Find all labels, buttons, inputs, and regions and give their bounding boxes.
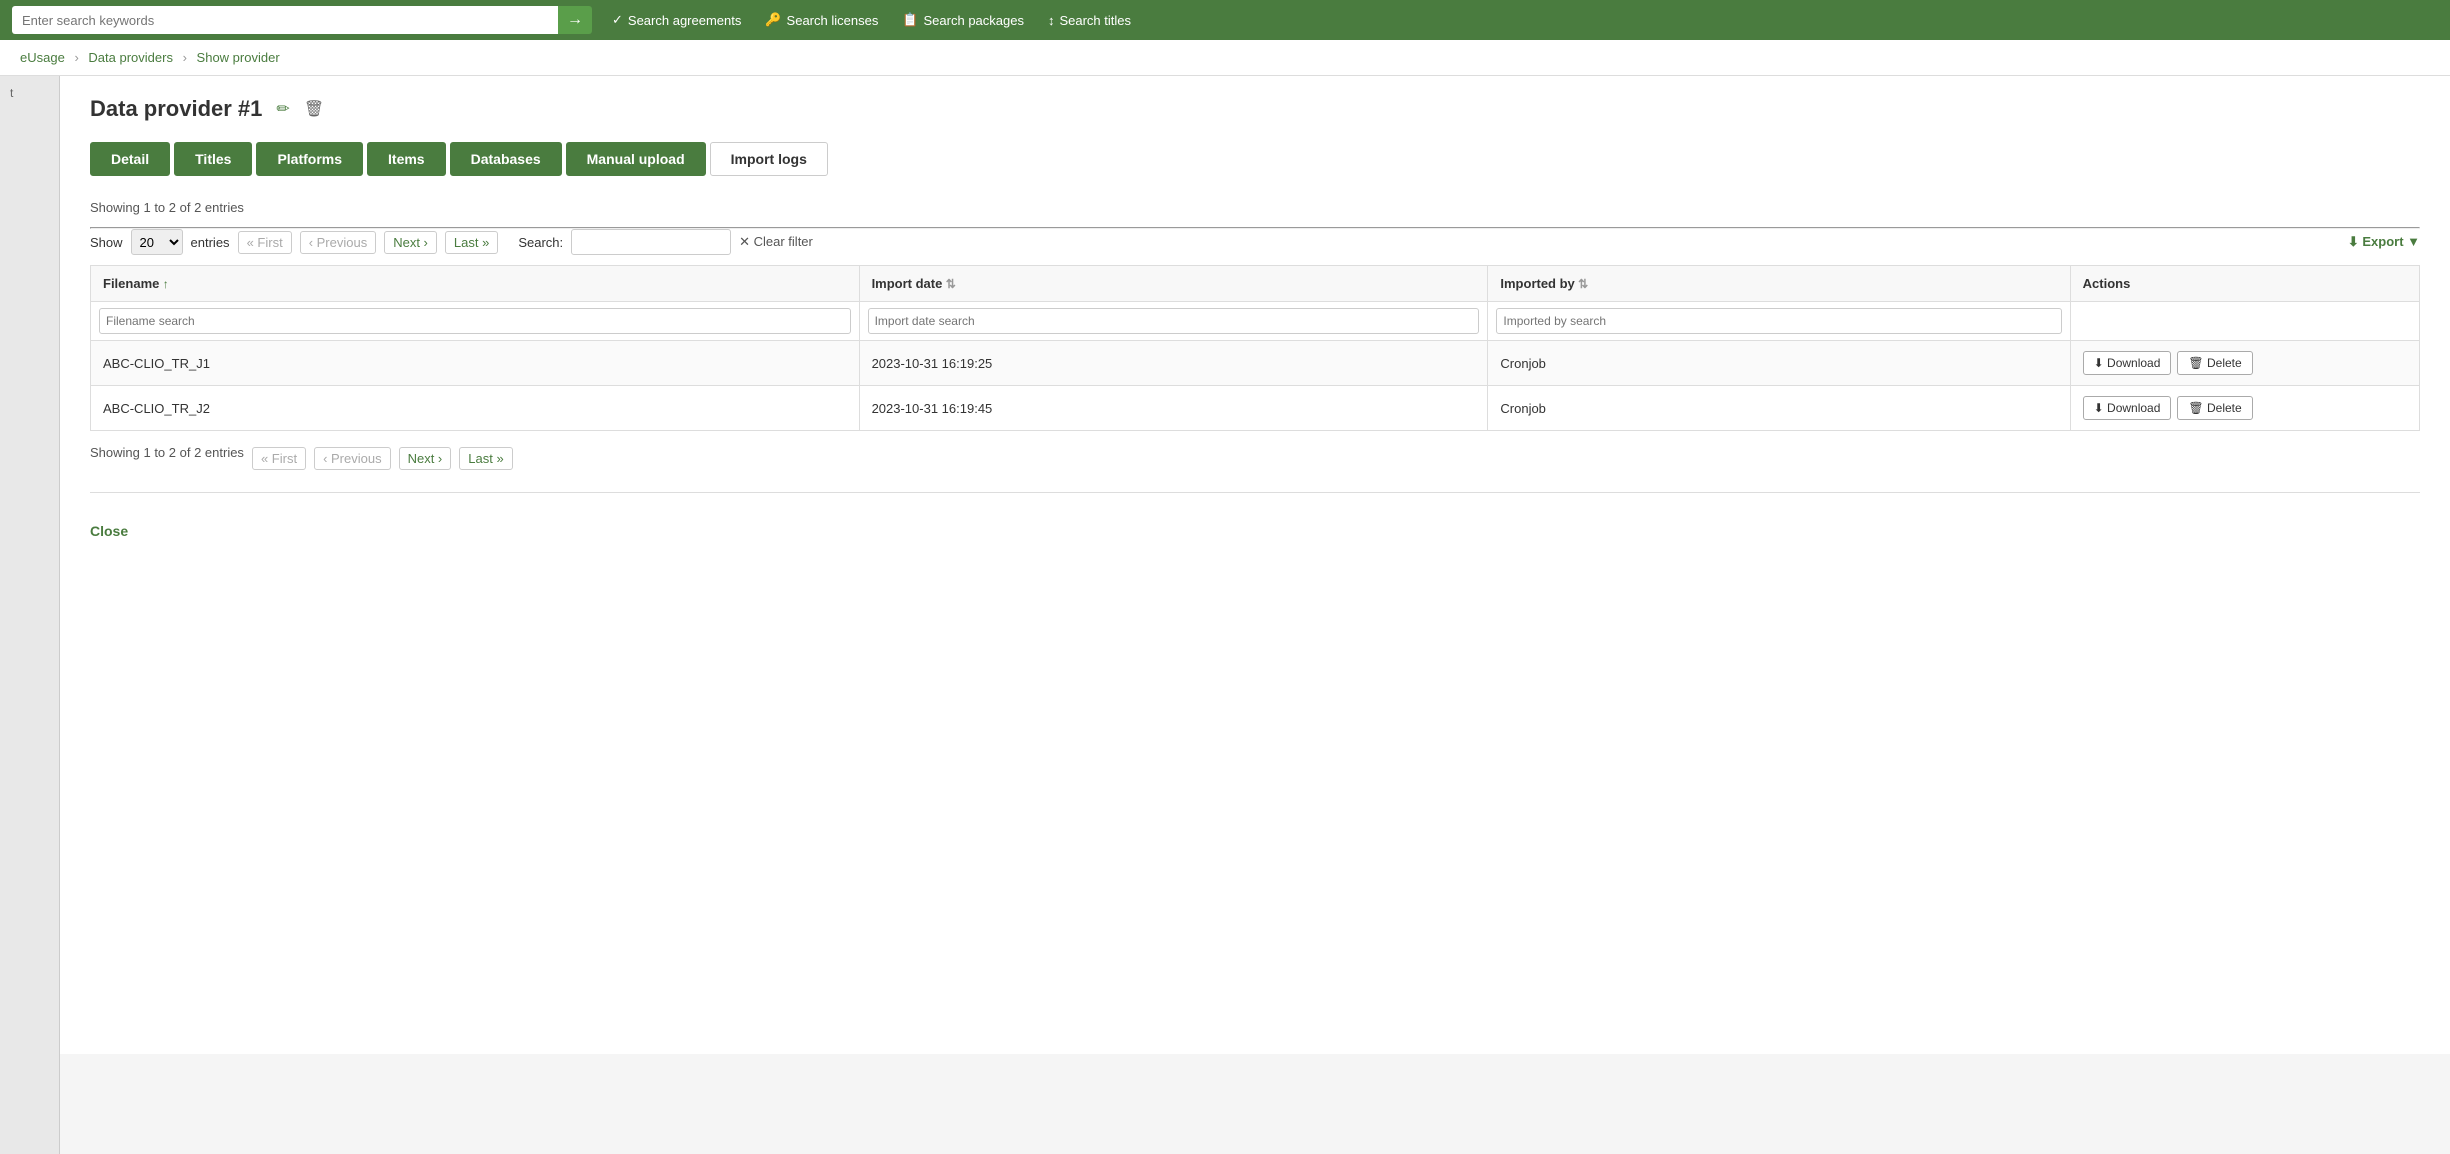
bottom-next-button[interactable]: Next › xyxy=(399,447,452,470)
breadcrumb-sep-1: › xyxy=(74,50,78,65)
tab-items[interactable]: Items xyxy=(367,142,446,176)
showing-text-top: Showing 1 to 2 of 2 entries xyxy=(90,200,2420,215)
col-header-filename[interactable]: Filename xyxy=(91,266,860,302)
content-area: Data provider #1 ✏ 🗑 Detail Titles Platf… xyxy=(60,76,2450,1154)
delete-provider-button[interactable]: 🗑 xyxy=(300,97,328,121)
table-search-row xyxy=(91,302,2420,341)
row2-delete-button[interactable]: 🗑 Delete xyxy=(2177,396,2252,420)
last-page-button[interactable]: Last » xyxy=(445,231,498,254)
search-label: Search: xyxy=(518,235,563,250)
agreements-icon: ✓ xyxy=(612,12,623,28)
search-agreements-link[interactable]: ✓ Search agreements xyxy=(612,12,741,28)
col-header-imported-by[interactable]: Imported by xyxy=(1488,266,2070,302)
actions-search-cell xyxy=(2070,302,2419,341)
tab-navigation: Detail Titles Platforms Items Databases … xyxy=(90,142,2420,176)
breadcrumb-eusage[interactable]: eUsage xyxy=(20,50,65,65)
main-content: Data provider #1 ✏ 🗑 Detail Titles Platf… xyxy=(60,76,2450,1054)
row2-import-date: 2023-10-31 16:19:45 xyxy=(859,386,1488,431)
titles-icon: ↕ xyxy=(1048,13,1055,28)
tab-manual-upload[interactable]: Manual upload xyxy=(566,142,706,176)
row1-filename: ABC-CLIO_TR_J1 xyxy=(91,341,860,386)
imported-by-search-cell xyxy=(1488,302,2070,341)
table-row: ABC-CLIO_TR_J2 2023-10-31 16:19:45 Cronj… xyxy=(91,386,2420,431)
page-title-row: Data provider #1 ✏ 🗑 xyxy=(90,96,2420,122)
top-bar: → ✓ Search agreements 🔑 Search licenses … xyxy=(0,0,2450,40)
row1-imported-by: Cronjob xyxy=(1488,341,2070,386)
import-logs-table: Filename Import date Imported by Actions xyxy=(90,265,2420,431)
showing-text-bottom: Showing 1 to 2 of 2 entries xyxy=(90,445,244,460)
table-row: ABC-CLIO_TR_J1 2023-10-31 16:19:25 Cronj… xyxy=(91,341,2420,386)
row1-action-btns: ⬇ Download 🗑 Delete xyxy=(2083,351,2407,375)
prev-page-button[interactable]: ‹ Previous xyxy=(300,231,377,254)
filename-search-input[interactable] xyxy=(99,308,851,334)
bottom-last-button[interactable]: Last » xyxy=(459,447,512,470)
breadcrumb: eUsage › Data providers › Show provider xyxy=(0,40,2450,76)
search-titles-link[interactable]: ↕ Search titles xyxy=(1048,13,1131,28)
tab-platforms[interactable]: Platforms xyxy=(256,142,363,176)
export-button[interactable]: ⬇ Export ▼ xyxy=(2348,234,2420,250)
row2-imported-by: Cronjob xyxy=(1488,386,2070,431)
global-search: → xyxy=(12,6,592,34)
page-title: Data provider #1 xyxy=(90,96,262,122)
row1-import-date: 2023-10-31 16:19:25 xyxy=(859,341,1488,386)
tab-titles[interactable]: Titles xyxy=(174,142,252,176)
row2-actions: ⬇ Download 🗑 Delete xyxy=(2070,386,2419,431)
col-header-import-date[interactable]: Import date xyxy=(859,266,1488,302)
next-page-button[interactable]: Next › xyxy=(384,231,437,254)
breadcrumb-data-providers[interactable]: Data providers xyxy=(88,50,173,65)
layout: t Data provider #1 ✏ 🗑 Detail Titles Pla… xyxy=(0,76,2450,1154)
entries-label: entries xyxy=(191,235,230,250)
search-packages-link[interactable]: 📋 Search packages xyxy=(902,12,1024,28)
filename-search-cell xyxy=(91,302,860,341)
title-icons: ✏ 🗑 xyxy=(272,97,328,121)
global-search-input[interactable] xyxy=(12,6,558,34)
sidebar: t xyxy=(0,76,60,1154)
import-date-search-cell xyxy=(859,302,1488,341)
tab-import-logs[interactable]: Import logs xyxy=(710,142,828,176)
row2-filename: ABC-CLIO_TR_J2 xyxy=(91,386,860,431)
row1-delete-button[interactable]: 🗑 Delete xyxy=(2177,351,2252,375)
top-bar-links: ✓ Search agreements 🔑 Search licenses 📋 … xyxy=(612,12,1131,28)
col-header-actions: Actions xyxy=(2070,266,2419,302)
close-link[interactable]: Close xyxy=(90,513,128,549)
first-page-button[interactable]: « First xyxy=(238,231,292,254)
bottom-first-button[interactable]: « First xyxy=(252,447,306,470)
sidebar-label: t xyxy=(0,76,59,110)
search-licenses-link[interactable]: 🔑 Search licenses xyxy=(765,12,878,28)
divider-bottom xyxy=(90,492,2420,493)
bottom-prev-button[interactable]: ‹ Previous xyxy=(314,447,391,470)
row1-actions: ⬇ Download 🗑 Delete xyxy=(2070,341,2419,386)
tab-databases[interactable]: Databases xyxy=(450,142,562,176)
edit-provider-button[interactable]: ✏ xyxy=(272,97,293,121)
table-header-row: Filename Import date Imported by Actions xyxy=(91,266,2420,302)
bottom-controls: Showing 1 to 2 of 2 entries « First ‹ Pr… xyxy=(90,445,2420,472)
row1-download-button[interactable]: ⬇ Download xyxy=(2083,351,2172,375)
import-date-search-input[interactable] xyxy=(868,308,1480,334)
table-controls: Show 10 20 50 100 entries « First ‹ Prev… xyxy=(90,229,2420,255)
row2-download-button[interactable]: ⬇ Download xyxy=(2083,396,2172,420)
clear-filter-button[interactable]: ✕ Clear filter xyxy=(739,234,813,250)
licenses-icon: 🔑 xyxy=(765,12,781,28)
breadcrumb-show-provider[interactable]: Show provider xyxy=(197,50,280,65)
imported-by-search-input[interactable] xyxy=(1496,308,2061,334)
global-search-button[interactable]: → xyxy=(558,6,592,34)
show-label: Show xyxy=(90,235,123,250)
table-search-input[interactable] xyxy=(571,229,731,255)
packages-icon: 📋 xyxy=(902,12,918,28)
show-entries-select[interactable]: 10 20 50 100 xyxy=(131,229,183,255)
breadcrumb-sep-2: › xyxy=(183,50,187,65)
tab-detail[interactable]: Detail xyxy=(90,142,170,176)
row2-action-btns: ⬇ Download 🗑 Delete xyxy=(2083,396,2407,420)
